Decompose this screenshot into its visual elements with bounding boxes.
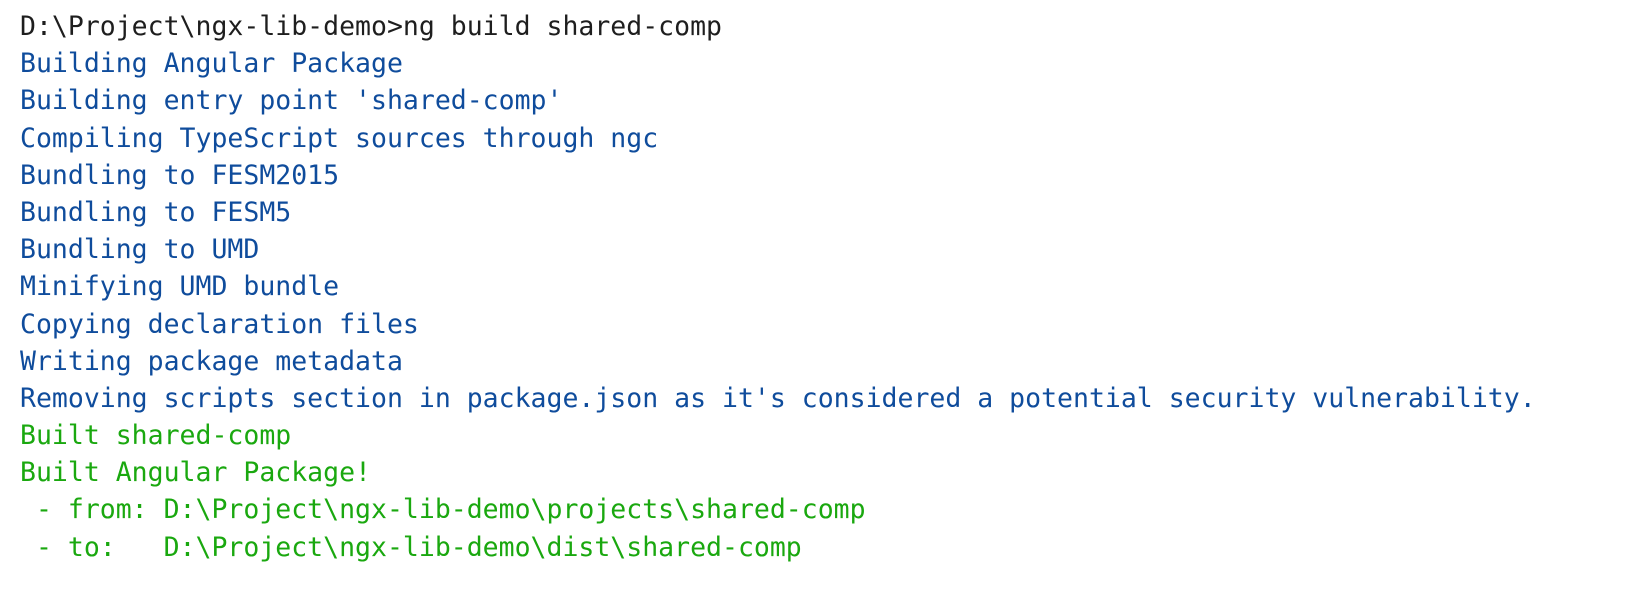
success-line-from-path: - from: D:\Project\ngx-lib-demo\projects… bbox=[20, 494, 866, 526]
command-prompt-line: D:\Project\ngx-lib-demo>ng build shared-… bbox=[20, 11, 722, 42]
output-line-building-package: Building Angular Package bbox=[20, 48, 403, 80]
output-line-entry-point: Building entry point 'shared-comp' bbox=[20, 85, 563, 117]
output-line-removing-scripts: Removing scripts section in package.json… bbox=[20, 382, 1536, 414]
output-line-compiling: Compiling TypeScript sources through ngc bbox=[20, 122, 659, 154]
output-line-fesm5: Bundling to FESM5 bbox=[20, 196, 292, 228]
output-line-minifying: Minifying UMD bundle bbox=[20, 271, 340, 303]
output-line-declarations: Copying declaration files bbox=[20, 308, 419, 340]
success-line-built-entry: Built shared-comp bbox=[20, 420, 292, 452]
output-line-metadata: Writing package metadata bbox=[20, 345, 403, 377]
output-line-umd: Bundling to UMD bbox=[20, 234, 260, 266]
success-line-built-package: Built Angular Package! bbox=[20, 457, 371, 489]
success-line-to-path: - to: D:\Project\ngx-lib-demo\dist\share… bbox=[20, 531, 802, 563]
output-line-fesm2015: Bundling to FESM2015 bbox=[20, 159, 340, 191]
terminal-output[interactable]: D:\Project\ngx-lib-demo>ng build shared-… bbox=[0, 0, 1644, 598]
